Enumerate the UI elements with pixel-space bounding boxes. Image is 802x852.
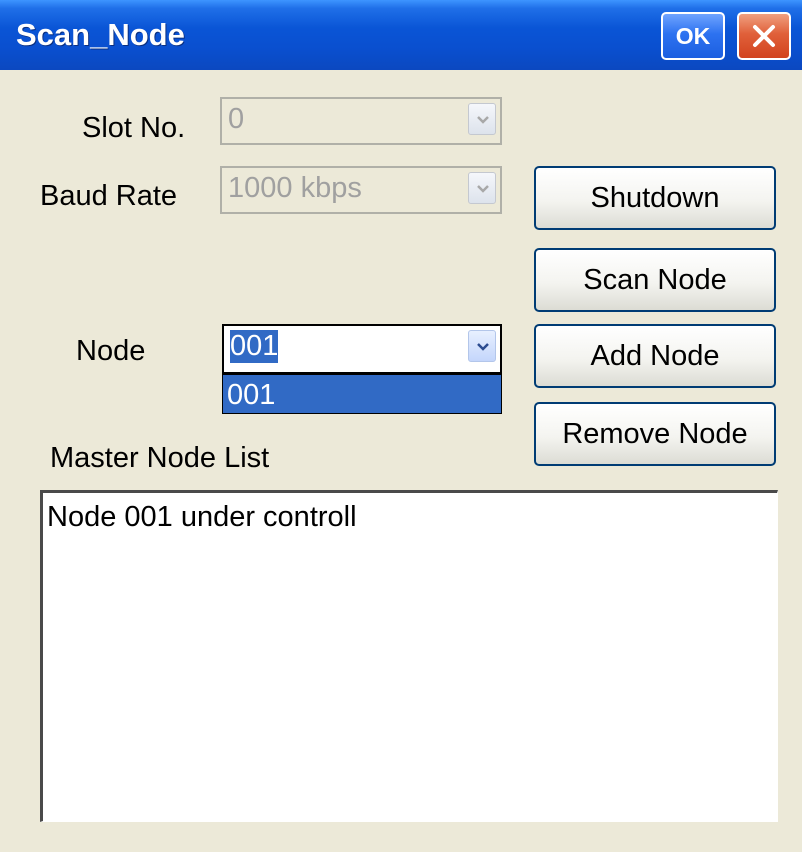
scan-node-dialog: Scan_Node OK Slot No. 0 Baud Rate 1000 k… xyxy=(0,0,802,852)
slot-label: Slot No. xyxy=(82,112,186,144)
baud-rate-select[interactable]: 1000 kbps xyxy=(220,166,502,214)
add-node-button[interactable]: Add Node xyxy=(534,324,776,388)
title-bar[interactable]: Scan_Node OK xyxy=(0,0,802,70)
node-select[interactable]: 001 xyxy=(222,324,502,374)
ok-button[interactable]: OK xyxy=(661,12,725,60)
slot-dropdown-button[interactable] xyxy=(468,103,496,135)
master-node-list[interactable]: Node 001 under controll xyxy=(40,490,778,822)
node-option[interactable]: 001 xyxy=(227,379,275,412)
chevron-down-icon xyxy=(477,343,489,351)
node-dropdown-button[interactable] xyxy=(468,330,496,362)
slot-value: 0 xyxy=(228,103,245,135)
chevron-down-icon xyxy=(477,116,489,124)
baud-rate-value: 1000 kbps xyxy=(228,172,362,204)
close-button[interactable] xyxy=(737,12,791,60)
node-value[interactable]: 001 xyxy=(230,330,279,363)
master-node-list-label: Master Node List xyxy=(50,442,270,474)
chevron-down-icon xyxy=(477,185,489,193)
remove-node-button[interactable]: Remove Node xyxy=(534,402,776,466)
baud-rate-dropdown-button[interactable] xyxy=(468,172,496,204)
baud-rate-label: Baud Rate xyxy=(40,180,178,212)
node-dropdown-list: 001 xyxy=(222,374,502,414)
close-icon xyxy=(753,25,775,47)
slot-select[interactable]: 0 xyxy=(220,97,502,145)
window-title: Scan_Node xyxy=(16,17,185,52)
shutdown-button[interactable]: Shutdown xyxy=(534,166,776,230)
scan-node-button[interactable]: Scan Node xyxy=(534,248,776,312)
list-item[interactable]: Node 001 under controll xyxy=(47,501,357,534)
node-label: Node xyxy=(76,335,146,367)
